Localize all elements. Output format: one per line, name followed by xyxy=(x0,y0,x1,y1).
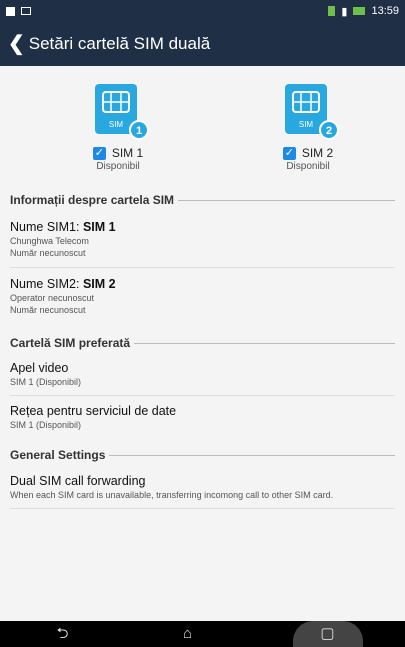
section-header-sim-info: Informații despre cartela SIM xyxy=(10,193,395,207)
data-network-title: Rețea pentru serviciul de date xyxy=(10,404,177,418)
call-forwarding-item[interactable]: Dual SIM call forwarding When each SIM c… xyxy=(10,474,395,500)
sim1-label: SIM 1 xyxy=(111,146,144,160)
page-title: Setări cartelă SIM duală xyxy=(28,34,211,53)
divider xyxy=(10,267,395,268)
call-forwarding-title: Dual SIM call forwarding xyxy=(10,474,146,488)
sim-indicator-icon xyxy=(328,6,336,16)
sim2-status: Disponibil xyxy=(286,161,330,172)
svg-text:SIM: SIM xyxy=(299,120,314,129)
call-forwarding-subtitle: When each SIM card is unavailable, trans… xyxy=(10,490,334,500)
video-call-title: Apel video xyxy=(10,361,69,375)
notification-icon xyxy=(6,6,15,16)
status-bar: ▮ 13:59 xyxy=(0,0,405,22)
sim1-status: Disponibil xyxy=(96,161,140,172)
svg-text:1: 1 xyxy=(136,125,142,137)
app-bar: ❮ Setări cartelă SIM duală xyxy=(0,22,405,66)
sim2-label: SIM 2 xyxy=(301,146,334,160)
signal-icon: ▮ xyxy=(341,5,348,18)
back-icon[interactable]: ⮌ xyxy=(43,621,83,647)
sim-selection-row: SIM 1 ✓ SIM 1 Disponibil SIM 2 ✓ SIM 2 D… xyxy=(0,66,405,190)
video-call-item[interactable]: Apel video SIM 1 (Disponibil) xyxy=(10,361,395,387)
sim2-name-item[interactable]: Nume SIM2: SIM 2 Operator necunoscut Num… xyxy=(10,277,395,315)
sim2-name-title: Nume SIM2: SIM 2 xyxy=(10,277,116,291)
sim-card-icon: SIM 2 xyxy=(283,82,339,140)
section-title: Cartelă SIM preferată xyxy=(10,336,131,350)
back-arrow-icon[interactable]: ❮ xyxy=(8,34,25,54)
navigation-bar: ⮌ ⌂ ▢ xyxy=(0,621,405,647)
divider xyxy=(10,395,395,396)
sim1-checkbox[interactable]: ✓ xyxy=(92,146,106,160)
video-call-subtitle: SIM 1 (Disponibil) xyxy=(10,377,82,387)
data-network-subtitle: SIM 1 (Disponibil) xyxy=(10,420,82,430)
sim1-operator: Chunghwa Telecom xyxy=(10,236,89,246)
sim1-card: SIM 1 ✓ SIM 1 Disponibil xyxy=(58,82,178,172)
message-icon xyxy=(21,7,31,15)
divider xyxy=(10,508,395,509)
sim2-operator: Operator necunoscut xyxy=(10,293,95,303)
sim1-name-item[interactable]: Nume SIM1: SIM 1 Chunghwa Telecom Număr … xyxy=(10,220,395,258)
status-time: 13:59 xyxy=(371,5,399,17)
battery-icon xyxy=(353,7,366,15)
sim-card-icon: SIM 1 xyxy=(93,82,149,140)
section-title: Informații despre cartela SIM xyxy=(10,193,175,207)
sim2-card: SIM 2 ✓ SIM 2 Disponibil xyxy=(248,82,368,172)
section-title: General Settings xyxy=(10,448,106,462)
home-icon[interactable]: ⌂ xyxy=(168,621,208,647)
section-header-general: General Settings xyxy=(10,448,395,462)
sim1-number: Număr necunoscut xyxy=(10,248,86,258)
svg-text:2: 2 xyxy=(326,125,332,137)
sim2-checkbox[interactable]: ✓ xyxy=(282,146,296,160)
recent-apps-icon[interactable]: ▢ xyxy=(292,621,363,647)
svg-text:SIM: SIM xyxy=(109,120,124,129)
section-header-preferred-sim: Cartelă SIM preferată xyxy=(10,336,395,350)
sim1-name-title: Nume SIM1: SIM 1 xyxy=(10,220,116,234)
sim2-number: Număr necunoscut xyxy=(10,305,86,315)
data-network-item[interactable]: Rețea pentru serviciul de date SIM 1 (Di… xyxy=(10,404,395,430)
